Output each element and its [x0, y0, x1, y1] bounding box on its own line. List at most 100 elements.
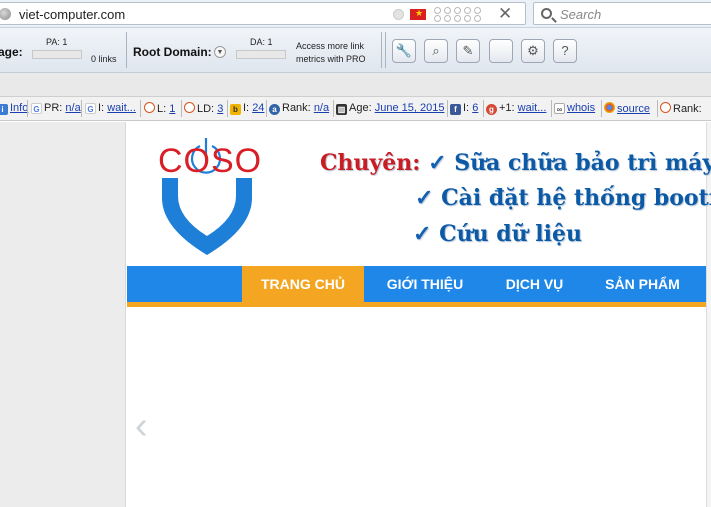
slogan-text: Cài đặt hệ thống bootro — [441, 185, 711, 211]
facebook-item[interactable]: f I: 6 — [450, 102, 478, 115]
divider — [447, 100, 448, 117]
google-icon: G — [31, 103, 42, 114]
promo-line-1[interactable]: Access more link — [296, 41, 364, 51]
divider — [381, 32, 382, 68]
gplus-item[interactable]: g +1: wait... — [486, 102, 546, 115]
mozbar-toolbar: age: PA: 1 0 links Root Domain: ▼ DA: 1 … — [0, 28, 711, 73]
divider — [385, 32, 386, 68]
ld-label: LD: — [197, 103, 215, 115]
google-icon: G — [85, 103, 96, 114]
gear-icon[interactable]: ⚙ — [521, 39, 545, 63]
globe-icon — [0, 8, 11, 20]
age-item[interactable]: ▥ Age: June 15, 2015 — [336, 102, 444, 115]
rank2-item[interactable]: Rank: — [660, 102, 702, 115]
gplus-value[interactable]: wait... — [518, 102, 547, 114]
logo-text: COSO — [158, 142, 263, 180]
nav-underline — [127, 302, 706, 307]
vietnam-flag-icon: ★ — [410, 8, 426, 20]
ld-value[interactable]: 3 — [217, 103, 223, 115]
bing-icon: b — [230, 104, 241, 115]
da-bar — [236, 50, 286, 59]
address-bar-row: viet-computer.com ★ ✕ Search — [0, 0, 711, 28]
wrench-icon[interactable]: 🔧 — [392, 39, 416, 63]
divider — [140, 100, 141, 117]
divider — [81, 100, 82, 117]
b-value[interactable]: 24 — [252, 102, 264, 114]
divider — [126, 32, 127, 68]
bing-index-item[interactable]: b I: 24 — [230, 102, 264, 115]
check-icon: ✓ — [428, 150, 447, 176]
main-nav: TRANG CHỦ GIỚI THIỆU DỊCH VỤ SẢN PHẨM — [127, 266, 706, 302]
blank-icon[interactable] — [489, 39, 513, 63]
divider — [551, 100, 552, 117]
da-value: DA: 1 — [250, 37, 273, 47]
pagerank-item[interactable]: G PR: n/a — [31, 102, 81, 114]
pr-label: PR: — [44, 102, 63, 114]
slogan-text: Sữa chữa bảo trì máy tí — [454, 150, 711, 176]
whois-item[interactable]: ∞ whois — [554, 102, 595, 114]
info-item[interactable]: i Info — [0, 102, 28, 115]
search-icon — [541, 8, 552, 19]
url-field[interactable]: viet-computer.com ★ ✕ — [0, 2, 526, 25]
check-icon: ✓ — [413, 221, 432, 247]
promo-line-2[interactable]: metrics with PRO — [296, 54, 366, 64]
alexa-icon: a — [269, 104, 280, 115]
check-icon: ✓ — [415, 185, 434, 211]
divider — [27, 100, 28, 117]
rank2-label: Rank: — [673, 103, 702, 115]
b-label: I: — [243, 102, 250, 114]
google-index-item[interactable]: G I: wait... — [85, 102, 136, 114]
search-input[interactable]: Search — [533, 2, 711, 25]
slider-prev-button[interactable]: ‹ — [135, 405, 148, 448]
linking-domains-item[interactable]: LD: 3 — [184, 102, 223, 115]
alexa-rank-item[interactable]: a Rank: n/a — [269, 102, 329, 115]
chevron-down-icon[interactable]: ▼ — [214, 46, 226, 58]
magnifier-icon[interactable]: ⌕ — [424, 39, 448, 63]
archive-icon: ▥ — [336, 104, 347, 115]
url-text[interactable]: viet-computer.com — [19, 7, 125, 22]
source-item[interactable]: source — [604, 102, 650, 115]
slogan-line-3: ✓ Cứu dữ liệu — [413, 221, 582, 247]
scrollbar-edge[interactable] — [706, 122, 711, 507]
chrome-icon — [604, 102, 615, 113]
page-left-gutter — [0, 122, 126, 507]
nav-item-home[interactable]: TRANG CHỦ — [242, 266, 364, 302]
fb-value[interactable]: 6 — [472, 102, 478, 114]
age-label: Age: — [349, 102, 372, 114]
rank-value[interactable]: n/a — [314, 102, 329, 114]
links-count: 0 links — [91, 54, 117, 64]
rank-label: Rank: — [282, 102, 311, 114]
nav-item-services[interactable]: DỊCH VỤ — [492, 266, 577, 302]
root-domain-label: Root Domain: — [133, 45, 212, 59]
pa-value: PA: 1 — [46, 37, 68, 47]
semrush-icon — [184, 102, 195, 113]
help-icon[interactable]: ? — [553, 39, 577, 63]
slogan-heading: Chuyên: — [320, 150, 421, 176]
semrush-icon — [660, 102, 671, 113]
links-item[interactable]: L: 1 — [144, 102, 175, 115]
l-value[interactable]: 1 — [169, 103, 175, 115]
facebook-icon: f — [450, 104, 461, 115]
info-link[interactable]: Info — [10, 102, 28, 114]
whois-link[interactable]: whois — [567, 102, 595, 114]
divider — [181, 100, 182, 117]
l-label: L: — [157, 103, 167, 115]
source-link[interactable]: source — [617, 103, 650, 115]
divider — [266, 100, 267, 117]
nav-item-products[interactable]: SẢN PHẨM — [597, 266, 688, 302]
rating-rings-icon[interactable] — [434, 7, 484, 23]
pr-value[interactable]: n/a — [65, 102, 80, 114]
toolbar-spacer — [0, 73, 711, 97]
slogan-text: Cứu dữ liệu — [439, 221, 583, 247]
nav-item-about[interactable]: GIỚI THIỆU — [377, 266, 473, 302]
g-index-value[interactable]: wait... — [107, 102, 136, 114]
pencil-icon[interactable]: ✎ — [456, 39, 480, 63]
semrush-icon — [144, 102, 155, 113]
search-placeholder: Search — [560, 7, 602, 22]
divider — [657, 100, 658, 117]
close-icon[interactable]: ✕ — [498, 4, 512, 24]
google-plus-icon: g — [486, 104, 497, 115]
age-value[interactable]: June 15, 2015 — [375, 102, 445, 114]
whois-icon: ∞ — [554, 103, 565, 114]
slogan-line-2: ✓ Cài đặt hệ thống bootro — [415, 185, 711, 211]
